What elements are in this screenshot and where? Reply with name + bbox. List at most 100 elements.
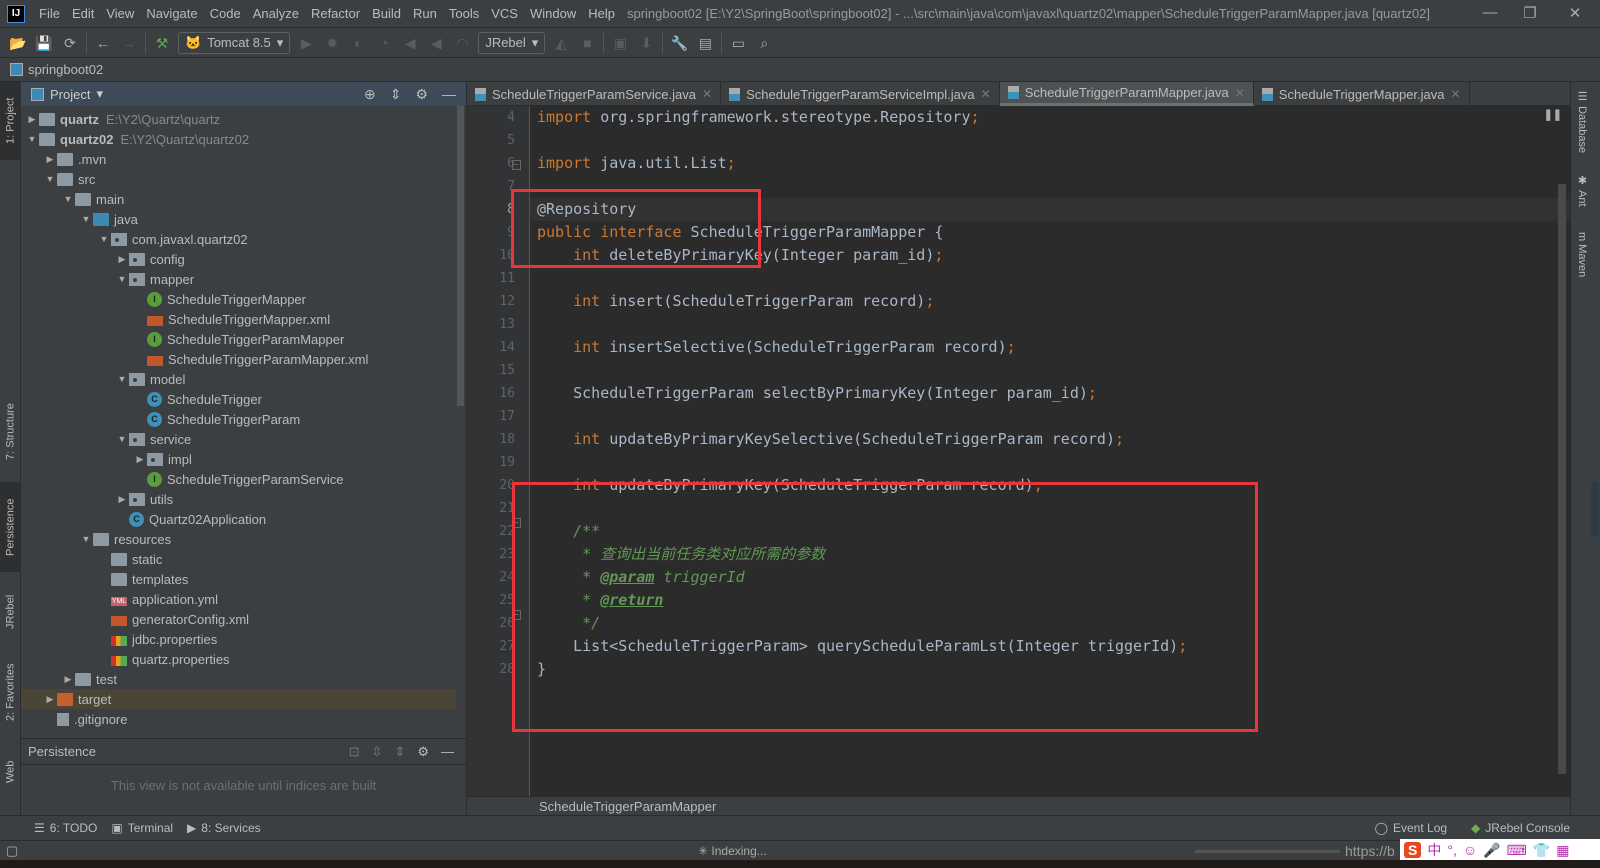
deploy-down-icon[interactable]: ⬇ — [636, 33, 656, 53]
chevron-down-icon[interactable]: ▼ — [115, 274, 129, 284]
jrebel-select[interactable]: JRebel ▾ — [478, 31, 546, 54]
tree-item[interactable]: I ScheduleTriggerParamMapper — [21, 329, 456, 349]
tree-item[interactable]: C Quartz02Application — [21, 509, 456, 529]
skin-icon[interactable]: 👕 — [1533, 842, 1550, 859]
tree-item[interactable]: ▼ resources — [21, 529, 456, 549]
menu-edit[interactable]: Edit — [66, 6, 100, 21]
chevron-down-icon[interactable]: ▼ — [97, 234, 111, 244]
tree-item[interactable]: generatorConfig.xml — [21, 609, 456, 629]
tab-scheduletriggerparammapper[interactable]: ScheduleTriggerParamMapper.java ✕ — [999, 82, 1254, 106]
tree-item[interactable]: ▶ test — [21, 669, 456, 689]
menu-navigate[interactable]: Navigate — [140, 6, 203, 21]
tool-todo[interactable]: ☰ 6: TODO — [34, 821, 97, 835]
chevron-right-icon[interactable]: ▶ — [25, 114, 39, 125]
pause-icon[interactable]: ❚❚ — [1544, 108, 1562, 121]
deploy-icon[interactable]: ▣ — [610, 33, 630, 53]
menu-run[interactable]: Run — [407, 6, 443, 21]
toolbox-icon[interactable]: ▦ — [1556, 842, 1569, 859]
tree-item[interactable]: C ScheduleTriggerParam — [21, 409, 456, 429]
tree-item[interactable]: ▶ quartz E:\Y2\Quartz\quartz — [21, 109, 456, 129]
save-icon[interactable]: 💾 — [34, 33, 54, 53]
tree-item[interactable]: ScheduleTriggerParamMapper.xml — [21, 349, 456, 369]
tree-item[interactable]: ▼ model — [21, 369, 456, 389]
restore-button[interactable]: ❐ — [1510, 4, 1550, 22]
tree-item[interactable]: ▼ quartz02 E:\Y2\Quartz\quartz02 — [21, 129, 456, 149]
terminal-window-icon[interactable]: ▭ — [728, 33, 748, 53]
close-tab-icon[interactable]: ✕ — [1451, 87, 1461, 101]
emoji-icon[interactable]: ☺ — [1463, 842, 1477, 858]
tree-item[interactable]: ▼ src — [21, 169, 456, 189]
jrebel-debug-icon[interactable]: ◀ — [426, 33, 446, 53]
settings-wrench-icon[interactable]: 🔧 — [669, 33, 689, 53]
tree-item[interactable]: ▶ config — [21, 249, 456, 269]
expand-all-icon[interactable]: ⇳ — [372, 744, 383, 760]
chevron-right-icon[interactable]: ▶ — [43, 694, 57, 705]
stop-icon[interactable]: ■ — [577, 33, 597, 53]
close-tab-icon[interactable]: ✕ — [1235, 86, 1245, 100]
menu-file[interactable]: File — [33, 6, 66, 21]
update-icon[interactable]: ◭ — [551, 33, 571, 53]
tree-item[interactable]: ▶ utils — [21, 489, 456, 509]
hide-icon[interactable]: — — [442, 86, 456, 103]
keyboard-icon[interactable]: ⌨ — [1507, 842, 1527, 859]
locate-icon[interactable]: ⊕ — [364, 86, 376, 103]
menu-tools[interactable]: Tools — [443, 6, 485, 21]
run-config-select[interactable]: 🐱 Tomcat 8.5 ▾ — [178, 31, 291, 54]
close-tab-icon[interactable]: ✕ — [702, 87, 712, 101]
tab-web[interactable]: Web — [0, 747, 21, 797]
tree-item[interactable]: jdbc.properties — [21, 629, 456, 649]
jrebel-console-button[interactable]: ◆ JRebel Console — [1471, 821, 1570, 835]
tree-item[interactable]: I ScheduleTriggerMapper — [21, 289, 456, 309]
forward-icon[interactable]: → — [119, 33, 139, 53]
build-hammer-icon[interactable]: ⚒ — [152, 33, 172, 53]
profile-icon[interactable]: ◔ — [374, 33, 394, 53]
chevron-right-icon[interactable]: ▶ — [115, 494, 129, 505]
menu-help[interactable]: Help — [582, 6, 621, 21]
ql-console-icon[interactable]: ⊡ — [349, 744, 360, 760]
menu-refactor[interactable]: Refactor — [305, 6, 366, 21]
jrebel-run-icon[interactable]: ◀ — [400, 33, 420, 53]
debug-icon[interactable]: ✹ — [322, 33, 342, 53]
chevron-down-icon[interactable]: ▼ — [25, 134, 39, 144]
tab-scheduletriggermapper[interactable]: ScheduleTriggerMapper.java ✕ — [1254, 82, 1470, 106]
hide-icon[interactable]: — — [441, 744, 454, 760]
tree-item[interactable]: YML application.yml — [21, 589, 456, 609]
minimize-button[interactable]: — — [1470, 4, 1510, 21]
microphone-icon[interactable]: 🎤 — [1483, 842, 1500, 859]
gear-icon[interactable]: ⚙ — [417, 744, 429, 760]
open-icon[interactable]: 📂 — [8, 33, 28, 53]
chevron-down-icon[interactable]: ▼ — [115, 374, 129, 384]
tool-services[interactable]: ▶ 8: Services — [187, 821, 261, 835]
menu-window[interactable]: Window — [524, 6, 582, 21]
close-tab-icon[interactable]: ✕ — [981, 87, 991, 101]
indexing-status[interactable]: ✳ Indexing... — [698, 844, 767, 858]
tree-item[interactable]: C ScheduleTrigger — [21, 389, 456, 409]
tab-jrebel[interactable]: JRebel — [0, 582, 21, 642]
attach-icon[interactable]: ◠ — [452, 33, 472, 53]
tree-item[interactable]: ScheduleTriggerMapper.xml — [21, 309, 456, 329]
chinese-mode-icon[interactable]: 中 — [1427, 840, 1441, 860]
chevron-down-icon[interactable]: ▼ — [79, 534, 93, 544]
fold-icon[interactable]: − — [512, 160, 521, 170]
chevron-down-icon[interactable]: ▼ — [43, 174, 57, 184]
tree-item[interactable]: .gitignore — [21, 709, 456, 729]
tool-terminal[interactable]: ▣ Terminal — [111, 821, 173, 835]
tree-scrollbar[interactable] — [457, 106, 464, 406]
gear-icon[interactable]: ⚙ — [415, 86, 428, 103]
editor-breadcrumb[interactable]: ScheduleTriggerParamMapper — [467, 796, 1570, 815]
tree-item[interactable]: ▼ main — [21, 189, 456, 209]
tab-database[interactable]: ☰ Database — [1576, 90, 1589, 153]
editor-scrollbar[interactable] — [1558, 184, 1566, 774]
chevron-right-icon[interactable]: ▶ — [133, 454, 147, 465]
menu-code[interactable]: Code — [204, 6, 247, 21]
chevron-down-icon[interactable]: ▼ — [79, 214, 93, 224]
event-log-button[interactable]: ◯ Event Log — [1375, 821, 1447, 835]
menu-view[interactable]: View — [100, 6, 140, 21]
tree-item[interactable]: ▼ java — [21, 209, 456, 229]
chevron-right-icon[interactable]: ▶ — [43, 154, 57, 165]
coverage-icon[interactable]: ◐ — [348, 33, 368, 53]
tab-project[interactable]: 1: Project — [0, 82, 21, 160]
sync-icon[interactable]: ⟳ — [60, 33, 80, 53]
collapse-all-icon[interactable]: ⇕ — [394, 744, 405, 760]
menu-build[interactable]: Build — [366, 6, 407, 21]
